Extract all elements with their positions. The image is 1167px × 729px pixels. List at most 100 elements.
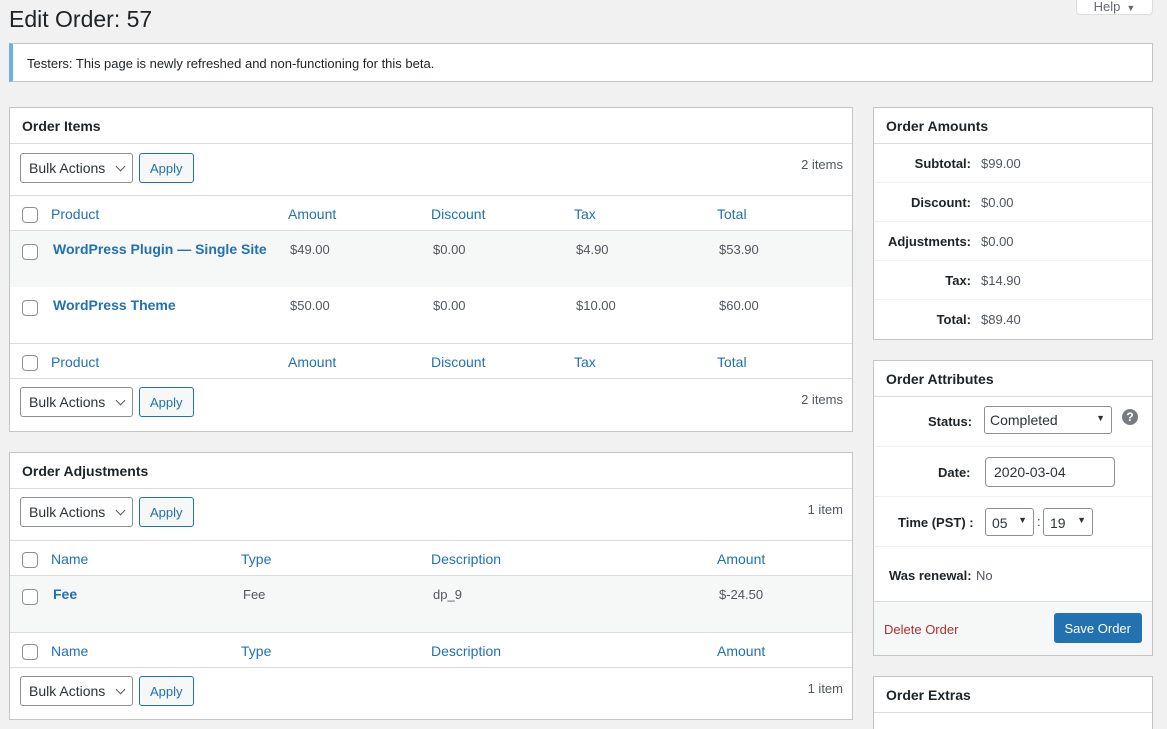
save-order-button[interactable]: Save Order <box>1053 613 1142 643</box>
status-select[interactable]: Completed ▼ <box>984 406 1112 434</box>
tax-cell: $4.90 <box>576 242 609 257</box>
column-product[interactable]: Product <box>51 354 99 370</box>
help-tab-button[interactable]: Help ▼ <box>1076 0 1153 15</box>
caret-down-icon: ▼ <box>1126 3 1136 13</box>
renewal-label: Was renewal: <box>889 568 972 583</box>
column-description[interactable]: Description <box>431 551 501 567</box>
date-input[interactable]: 2020-03-04 <box>985 457 1115 487</box>
tax-row: Tax: $14.90 <box>874 261 1152 300</box>
select-all-checkbox[interactable] <box>22 644 38 660</box>
status-label: Status: <box>928 414 973 429</box>
select-all-checkbox[interactable] <box>22 355 38 371</box>
bulk-actions-select[interactable]: Bulk Actions <box>20 497 133 527</box>
hour-value: 05 <box>992 515 1008 531</box>
order-items-tablenav-bottom: Bulk Actions Apply 2 items <box>10 379 852 430</box>
description-cell: dp_9 <box>433 587 462 602</box>
column-tax[interactable]: Tax <box>574 354 596 370</box>
column-amount[interactable]: Amount <box>717 643 765 659</box>
tax-value: $14.90 <box>981 273 1021 288</box>
product-link[interactable]: WordPress Plugin — Single Site <box>53 241 267 257</box>
amount-cell: $49.00 <box>290 242 330 257</box>
apply-button[interactable]: Apply <box>139 387 194 417</box>
chevron-down-icon <box>115 161 126 172</box>
status-row: Status: Completed ▼ ? <box>874 397 1152 447</box>
bulk-actions-label: Bulk Actions <box>29 504 106 520</box>
bulk-actions-select[interactable]: Bulk Actions <box>20 676 133 706</box>
discount-value: $0.00 <box>981 195 1014 210</box>
column-amount[interactable]: Amount <box>288 354 336 370</box>
minute-select[interactable]: 19 ▼ <box>1043 508 1093 536</box>
apply-button[interactable]: Apply <box>139 153 194 183</box>
order-extras-title: Order Extras <box>874 677 1152 713</box>
amount-cell: $-24.50 <box>719 587 764 602</box>
row-checkbox[interactable] <box>22 300 38 316</box>
table-row: WordPress Theme $50.00 $0.00 $10.00 $60.… <box>10 287 852 343</box>
table-row: Fee Fee dp_9 $-24.50 <box>10 576 852 632</box>
subtotal-label: Subtotal: <box>914 156 971 171</box>
time-label: Time (PST) : <box>898 515 974 530</box>
select-all-checkbox[interactable] <box>22 207 38 223</box>
apply-button[interactable]: Apply <box>139 497 194 527</box>
time-separator: : <box>1037 514 1041 529</box>
tax-label: Tax: <box>945 273 971 288</box>
order-amounts-box: Order Amounts Subtotal: $99.00 Discount:… <box>873 107 1153 340</box>
product-link[interactable]: WordPress Theme <box>53 297 176 313</box>
order-items-header-row: Product Amount Discount Tax Total <box>10 195 852 231</box>
column-discount[interactable]: Discount <box>431 206 485 222</box>
chevron-down-icon <box>115 684 126 695</box>
notice-text: Testers: This page is newly refreshed an… <box>27 56 435 71</box>
page-title: Edit Order: 57 <box>9 6 153 32</box>
help-label: Help <box>1093 0 1121 14</box>
discount-label: Discount: <box>911 195 971 210</box>
apply-button[interactable]: Apply <box>139 676 194 706</box>
column-type[interactable]: Type <box>241 643 271 659</box>
total-value: $89.40 <box>981 312 1021 327</box>
column-product[interactable]: Product <box>51 206 99 222</box>
hour-select[interactable]: 05 ▼ <box>985 508 1034 536</box>
bulk-actions-label: Bulk Actions <box>29 160 106 176</box>
caret-down-icon: ▼ <box>1096 413 1105 423</box>
column-tax[interactable]: Tax <box>574 206 596 222</box>
bulk-actions-select[interactable]: Bulk Actions <box>20 153 133 183</box>
subtotal-value: $99.00 <box>981 156 1021 171</box>
column-total[interactable]: Total <box>717 206 747 222</box>
order-items-footer-row: Product Amount Discount Tax Total <box>10 343 852 379</box>
renewal-value: No <box>976 568 993 583</box>
column-discount[interactable]: Discount <box>431 354 485 370</box>
column-total[interactable]: Total <box>717 354 747 370</box>
adjustment-link[interactable]: Fee <box>53 586 77 602</box>
order-attributes-title: Order Attributes <box>874 361 1152 397</box>
delete-order-link[interactable]: Delete Order <box>884 622 958 637</box>
bulk-actions-select[interactable]: Bulk Actions <box>20 387 133 417</box>
order-items-tablenav-top: Bulk Actions Apply 2 items <box>10 144 852 195</box>
discount-row: Discount: $0.00 <box>874 183 1152 222</box>
renewal-row: Was renewal: No <box>874 547 1152 601</box>
order-adjustments-box: Order Adjustments Bulk Actions Apply 1 i… <box>9 452 853 720</box>
total-cell: $53.90 <box>719 242 759 257</box>
column-description[interactable]: Description <box>431 643 501 659</box>
column-amount[interactable]: Amount <box>288 206 336 222</box>
column-amount[interactable]: Amount <box>717 551 765 567</box>
order-amounts-title: Order Amounts <box>874 108 1152 144</box>
adjustments-header-row: Name Type Description Amount <box>10 540 852 576</box>
adjustments-row: Adjustments: $0.00 <box>874 222 1152 261</box>
row-checkbox[interactable] <box>22 589 38 605</box>
date-row: Date: 2020-03-04 <box>874 447 1152 497</box>
items-count: 1 item <box>807 681 843 696</box>
select-all-checkbox[interactable] <box>22 552 38 568</box>
total-row: Total: $89.40 <box>874 300 1152 339</box>
column-name[interactable]: Name <box>51 551 88 567</box>
adjustments-value: $0.00 <box>981 234 1014 249</box>
chevron-down-icon <box>115 395 126 406</box>
beta-notice: Testers: This page is newly refreshed an… <box>9 43 1153 82</box>
adjustments-tablenav-bottom: Bulk Actions Apply 1 item <box>10 668 852 719</box>
order-items-box: Order Items Bulk Actions Apply 2 items P… <box>9 107 853 432</box>
items-count: 2 items <box>801 157 843 172</box>
column-type[interactable]: Type <box>241 551 271 567</box>
help-icon[interactable]: ? <box>1122 409 1138 425</box>
table-row: WordPress Plugin — Single Site $49.00 $0… <box>10 231 852 287</box>
bulk-actions-label: Bulk Actions <box>29 394 106 410</box>
column-name[interactable]: Name <box>51 643 88 659</box>
row-checkbox[interactable] <box>22 244 38 260</box>
items-count: 2 items <box>801 392 843 407</box>
